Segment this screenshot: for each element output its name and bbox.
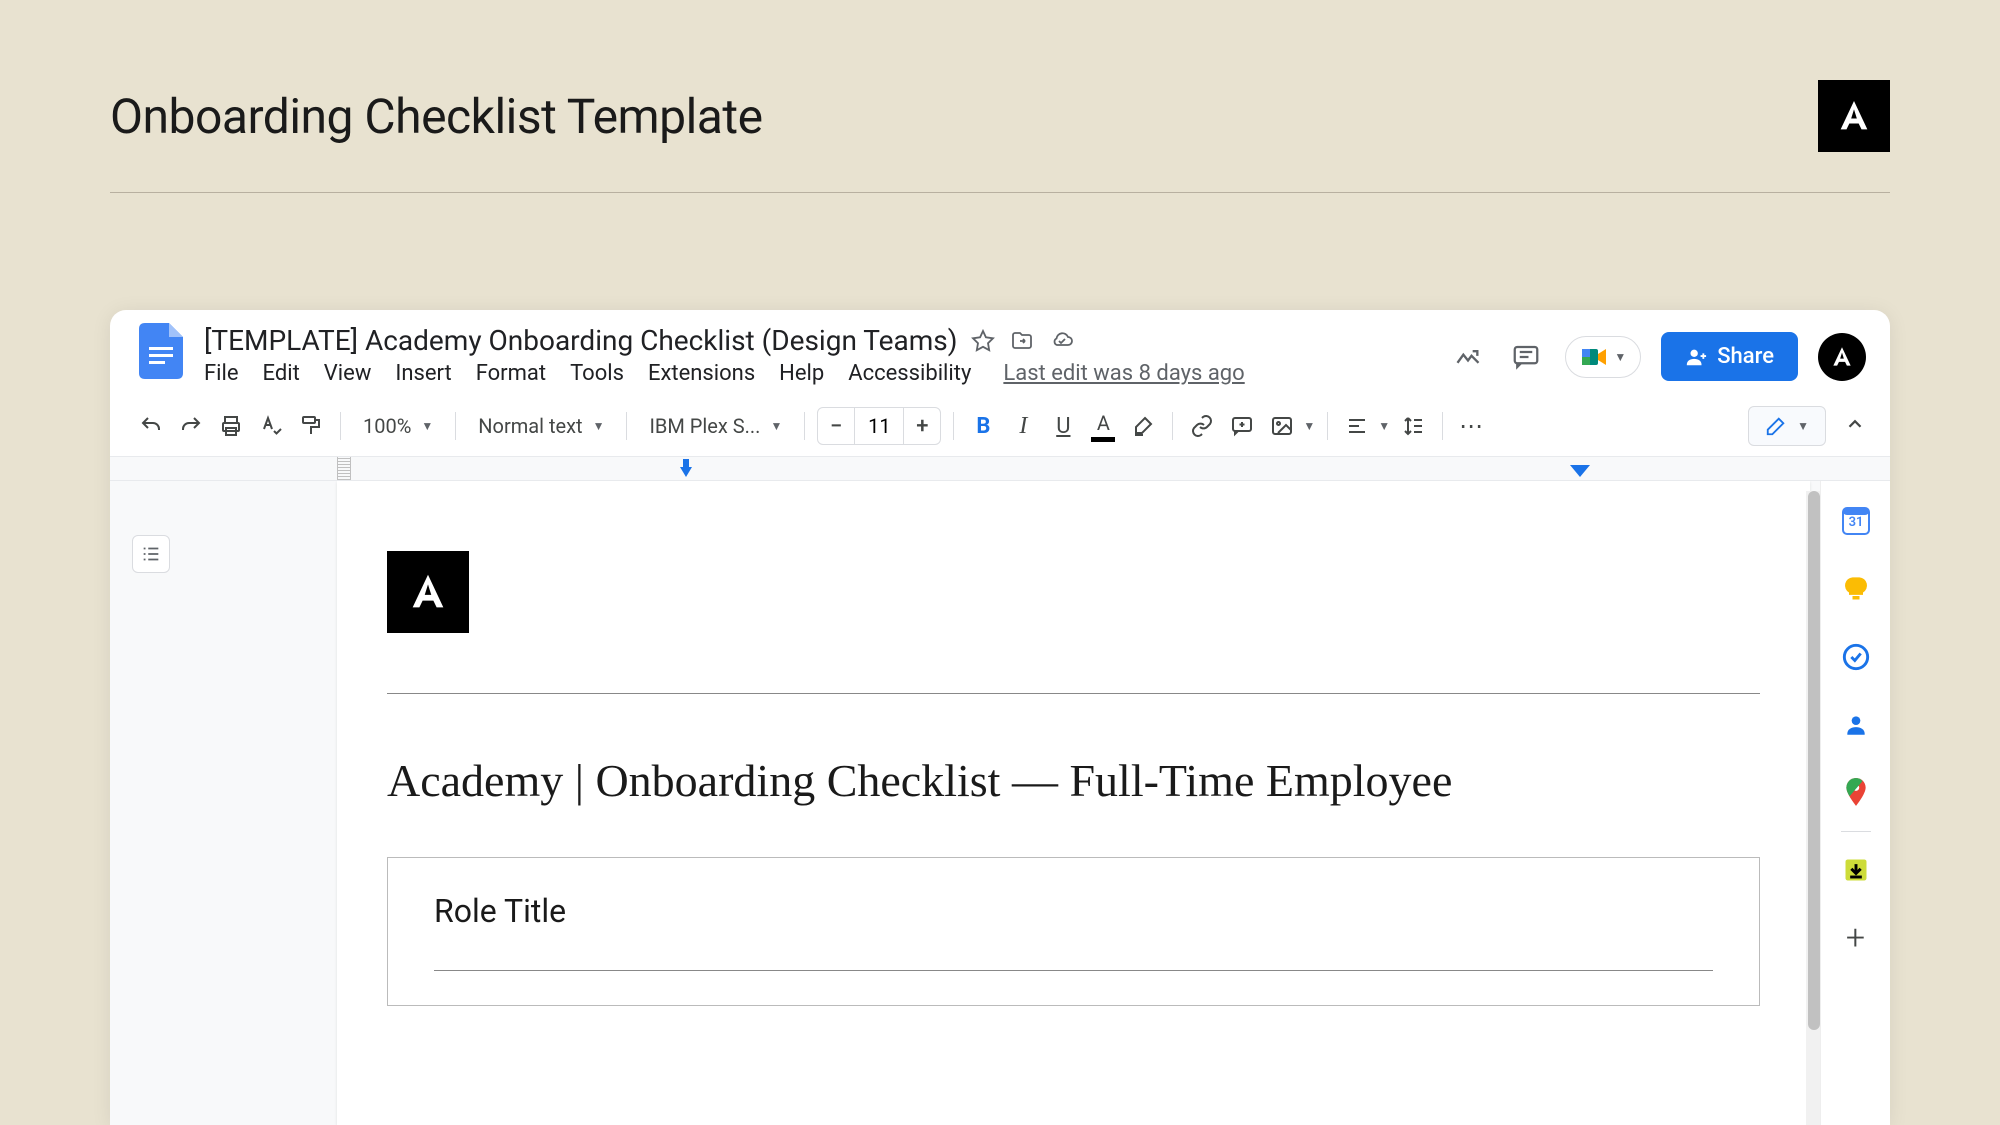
zoom-value: 100% [363,414,411,438]
toolbar-separator [1442,412,1443,440]
caret-down-icon: ▼ [421,419,433,433]
meet-button[interactable]: ▼ [1565,336,1641,378]
caret-down-icon: ▼ [770,419,782,433]
share-label: Share [1717,344,1774,369]
page-title: Onboarding Checklist Template [110,88,763,145]
menu-accessibility[interactable]: Accessibility [848,361,971,386]
undo-icon[interactable] [134,409,168,443]
text-color-button[interactable]: A [1086,409,1120,443]
font-size-increase-button[interactable]: + [904,408,940,444]
spellcheck-icon[interactable] [254,409,288,443]
activity-icon[interactable] [1449,338,1487,376]
bold-button[interactable]: B [966,409,1000,443]
italic-button[interactable]: I [1006,409,1040,443]
ruler-indent-marker[interactable] [680,459,700,483]
toolbar-separator [455,412,456,440]
tasks-addon-icon[interactable] [1840,641,1872,673]
menu-insert[interactable]: Insert [395,361,451,386]
style-value: Normal text [478,414,582,438]
maps-addon-icon[interactable] [1840,777,1872,809]
toolbar-separator [1327,412,1328,440]
document-body: Academy | Onboarding Checklist — Full-Ti… [110,481,1890,1125]
insert-image-button[interactable] [1265,409,1299,443]
last-edit-link[interactable]: Last edit was 8 days ago [1003,361,1244,386]
caret-down-icon[interactable]: ▼ [1303,419,1315,433]
menu-format[interactable]: Format [476,361,546,386]
toolbar-separator [1172,412,1173,440]
font-value: IBM Plex S... [649,414,760,438]
side-addon-panel: 31 + [1820,481,1890,1125]
toolbar-separator [804,412,805,440]
document-table: Role Title [387,857,1760,1006]
svg-text:31: 31 [1848,515,1863,530]
outline-toggle-button[interactable] [132,535,170,573]
font-size-decrease-button[interactable]: − [818,408,854,444]
caret-down-icon: ▼ [593,419,605,433]
add-addon-button[interactable]: + [1840,922,1872,954]
ruler-right-margin[interactable] [1570,465,1590,477]
scrollbar-thumb[interactable] [1808,491,1820,1030]
table-cell: Role Title [388,858,1759,1005]
docs-header: [TEMPLATE] Academy Onboarding Checklist … [110,310,1890,386]
move-to-folder-icon[interactable] [1009,329,1035,353]
contacts-addon-icon[interactable] [1840,709,1872,741]
menu-file[interactable]: File [204,361,239,386]
menu-extensions[interactable]: Extensions [648,361,755,386]
horizontal-ruler[interactable] [110,457,1890,481]
menu-help[interactable]: Help [779,361,824,386]
collapse-toolbar-button[interactable] [1844,413,1866,439]
cloud-status-icon[interactable] [1049,329,1075,353]
more-tools-button[interactable]: ⋯ [1455,409,1489,443]
role-title-label: Role Title [434,892,1713,930]
toolbar-separator [340,412,341,440]
redo-icon[interactable] [174,409,208,443]
share-button[interactable]: Share [1661,332,1798,381]
brand-logo [1818,80,1890,152]
paragraph-style-dropdown[interactable]: Normal text ▼ [468,408,614,444]
line-spacing-button[interactable] [1396,409,1430,443]
docs-title-area: [TEMPLATE] Academy Onboarding Checklist … [204,324,1433,386]
font-size-control: − 11 + [817,407,941,445]
font-size-value[interactable]: 11 [854,408,904,444]
underline-button[interactable]: U [1046,409,1080,443]
editing-mode-button[interactable]: ▼ [1748,406,1826,446]
toolbar-separator [953,412,954,440]
meet-caret-icon: ▼ [1614,350,1626,364]
user-avatar[interactable] [1818,333,1866,381]
caret-down-icon: ▼ [1797,419,1809,433]
download-addon-icon[interactable] [1840,854,1872,886]
role-input-line [434,970,1713,971]
menu-view[interactable]: View [324,361,372,386]
header-actions: ▼ Share [1449,324,1866,381]
insert-link-button[interactable] [1185,409,1219,443]
caret-down-icon[interactable]: ▼ [1378,419,1390,433]
add-comment-button[interactable] [1225,409,1259,443]
google-docs-logo-icon[interactable] [134,324,188,378]
paint-format-icon[interactable] [294,409,328,443]
toolbar-separator [626,412,627,440]
calendar-addon-icon[interactable]: 31 [1840,505,1872,537]
outer-divider [110,192,1890,193]
document-page[interactable]: Academy | Onboarding Checklist — Full-Ti… [337,481,1810,1125]
side-panel-divider [1841,831,1871,832]
formatting-toolbar: 100% ▼ Normal text ▼ IBM Plex S... ▼ − 1… [110,396,1890,457]
align-button[interactable] [1340,409,1374,443]
menu-tools[interactable]: Tools [570,361,624,386]
font-family-dropdown[interactable]: IBM Plex S... ▼ [639,408,792,444]
menu-edit[interactable]: Edit [263,361,300,386]
outer-header: Onboarding Checklist Template [0,0,2000,152]
google-docs-window: [TEMPLATE] Academy Onboarding Checklist … [110,310,1890,1125]
ruler-left-margin[interactable] [337,457,351,480]
document-title[interactable]: [TEMPLATE] Academy Onboarding Checklist … [204,324,957,357]
zoom-dropdown[interactable]: 100% ▼ [353,408,443,444]
highlight-color-button[interactable] [1126,409,1160,443]
document-inline-logo [387,551,469,633]
print-icon[interactable] [214,409,248,443]
comments-icon[interactable] [1507,338,1545,376]
keep-addon-icon[interactable] [1840,573,1872,605]
document-divider [387,693,1760,694]
menu-bar: File Edit View Insert Format Tools Exten… [204,361,1433,386]
star-icon[interactable] [971,329,995,353]
document-heading: Academy | Onboarding Checklist — Full-Ti… [387,754,1760,807]
